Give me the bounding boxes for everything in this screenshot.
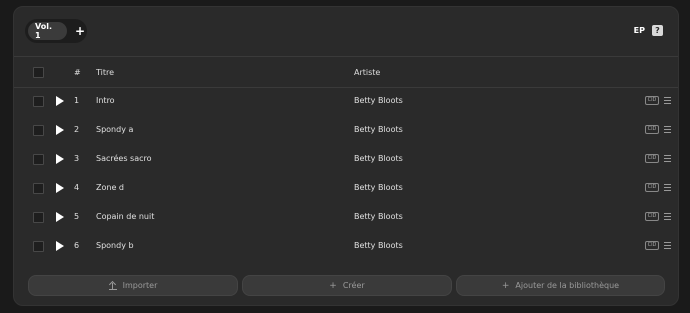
cid-badge[interactable]: CID (645, 212, 659, 221)
track-number: 1 (74, 96, 80, 105)
drag-handle-icon[interactable] (664, 213, 671, 220)
table-header: # Titre Artiste (14, 56, 678, 88)
track-number: 6 (74, 241, 80, 250)
row-checkbox[interactable] (33, 96, 44, 107)
drag-handle-icon[interactable] (664, 97, 671, 104)
cid-badge[interactable]: CID (645, 125, 659, 134)
table-row[interactable]: 1 Intro Betty Bloots CID (14, 86, 678, 115)
row-checkbox[interactable] (33, 125, 44, 136)
cid-badge[interactable]: CID (645, 96, 659, 105)
upload-icon (108, 282, 117, 290)
track-artist: Betty Bloots (354, 183, 403, 192)
cid-badge[interactable]: CID (645, 183, 659, 192)
table-row[interactable]: 2 Spondy a Betty Bloots CID (14, 115, 678, 144)
column-number: # (74, 68, 81, 77)
volume-tabs: Vol. 1 + (25, 19, 87, 43)
play-icon[interactable] (56, 125, 64, 135)
track-title: Spondy a (96, 125, 134, 134)
cid-badge[interactable]: CID (645, 154, 659, 163)
play-icon[interactable] (56, 183, 64, 193)
table-row[interactable]: 4 Zone d Betty Bloots CID (14, 173, 678, 202)
column-artist[interactable]: Artiste (354, 68, 380, 77)
track-number: 4 (74, 183, 80, 192)
import-button[interactable]: Importer (28, 275, 238, 296)
row-checkbox[interactable] (33, 212, 44, 223)
tracklist-panel: Vol. 1 + EP ? # Titre Artiste 1 Intro Be… (13, 6, 679, 306)
select-all-checkbox[interactable] (33, 67, 44, 78)
track-artist: Betty Bloots (354, 96, 403, 105)
drag-handle-icon[interactable] (664, 126, 671, 133)
add-volume-button[interactable]: + (73, 24, 87, 38)
add-from-library-button[interactable]: + Ajouter de la bibliothèque (456, 275, 665, 296)
play-icon[interactable] (56, 241, 64, 251)
track-number: 5 (74, 212, 80, 221)
track-artist: Betty Bloots (354, 212, 403, 221)
import-label: Importer (122, 281, 158, 290)
row-checkbox[interactable] (33, 154, 44, 165)
table-row[interactable]: 3 Sacrées sacro Betty Bloots CID (14, 144, 678, 173)
track-artist: Betty Bloots (354, 154, 403, 163)
column-title[interactable]: Titre (96, 68, 114, 77)
track-artist: Betty Bloots (354, 241, 403, 250)
tab-volume-1[interactable]: Vol. 1 (28, 22, 68, 40)
track-number: 2 (74, 125, 80, 134)
release-type-label: EP (633, 26, 645, 35)
help-icon[interactable]: ? (652, 25, 663, 36)
table-row[interactable]: 5 Copain de nuit Betty Bloots CID (14, 202, 678, 231)
track-title: Intro (96, 96, 115, 105)
create-label: Créer (342, 281, 365, 290)
track-artist: Betty Bloots (354, 125, 403, 134)
track-title: Spondy b (96, 241, 134, 250)
drag-handle-icon[interactable] (664, 184, 671, 191)
track-title: Copain de nuit (96, 212, 155, 221)
row-checkbox[interactable] (33, 241, 44, 252)
drag-handle-icon[interactable] (664, 155, 671, 162)
track-title: Sacrées sacro (96, 154, 152, 163)
library-label: Ajouter de la bibliothèque (515, 281, 620, 290)
track-number: 3 (74, 154, 80, 163)
play-icon[interactable] (56, 154, 64, 164)
track-title: Zone d (96, 183, 124, 192)
play-icon[interactable] (56, 96, 64, 106)
cid-badge[interactable]: CID (645, 241, 659, 250)
play-icon[interactable] (56, 212, 64, 222)
table-row[interactable]: 6 Spondy b Betty Bloots CID (14, 231, 678, 260)
create-button[interactable]: + Créer (242, 275, 452, 296)
row-checkbox[interactable] (33, 183, 44, 194)
plus-icon: + (329, 280, 337, 291)
plus-icon: + (501, 280, 510, 291)
drag-handle-icon[interactable] (664, 242, 671, 249)
